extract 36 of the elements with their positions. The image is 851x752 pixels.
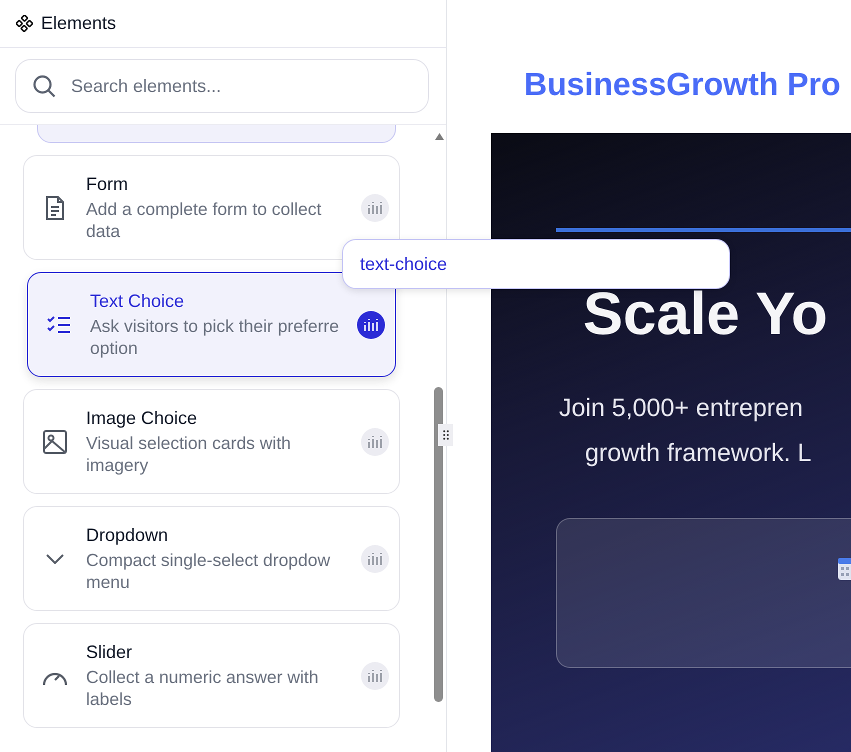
scrollbar-thumb[interactable] (434, 387, 443, 702)
search-field[interactable]: Search elements... (15, 59, 429, 113)
document-icon (43, 194, 67, 220)
image-icon (43, 430, 67, 454)
element-description: Ask visitors to pick their preferre option (90, 314, 340, 358)
element-description: Collect a numeric answer with labels (86, 666, 320, 710)
bars-icon (367, 668, 383, 682)
chevron-down-icon (46, 554, 64, 564)
element-description: Compact single-select dropdow menu (86, 548, 332, 592)
resize-handle[interactable] (438, 424, 453, 446)
tooltip: text-choice (342, 239, 730, 289)
hero-subtitle: Join 5,000+ entrepren (559, 393, 803, 424)
bars-icon (363, 318, 379, 332)
bars-icon (367, 200, 383, 214)
element-title: Slider (86, 642, 134, 662)
search-icon (32, 74, 56, 98)
elements-icon (16, 15, 33, 32)
panel-title: Elements (41, 13, 116, 34)
element-title: Form (86, 174, 129, 194)
element-card[interactable]: Image Choice Visual selection cards with imagery (23, 389, 400, 494)
element-title: Image Choice (86, 408, 198, 428)
element-card[interactable]: Slider Collect a numeric answer with labels (23, 623, 400, 728)
bars-icon (367, 552, 383, 566)
scroll-up-arrow-icon[interactable] (435, 133, 444, 140)
element-title: Dropdown (86, 524, 170, 546)
element-card[interactable]: Dropdown Compact single-select dropdow menu (23, 506, 400, 611)
analytics-button[interactable] (357, 310, 385, 338)
checklist-icon (47, 314, 71, 334)
element-description: Add a complete form to collect data (86, 198, 322, 242)
element-title: Text Choice (90, 290, 186, 312)
bars-icon (367, 434, 383, 448)
calendar-icon (837, 557, 851, 581)
element-description: Visual selection cards with imagery (86, 432, 292, 476)
hero-subtitle: growth framework. L (585, 438, 812, 469)
brand-title: BusinessGrowth Pro (523, 65, 842, 104)
element-card[interactable]: Text Choice Ask visitors to pick their preferre option (27, 272, 396, 377)
